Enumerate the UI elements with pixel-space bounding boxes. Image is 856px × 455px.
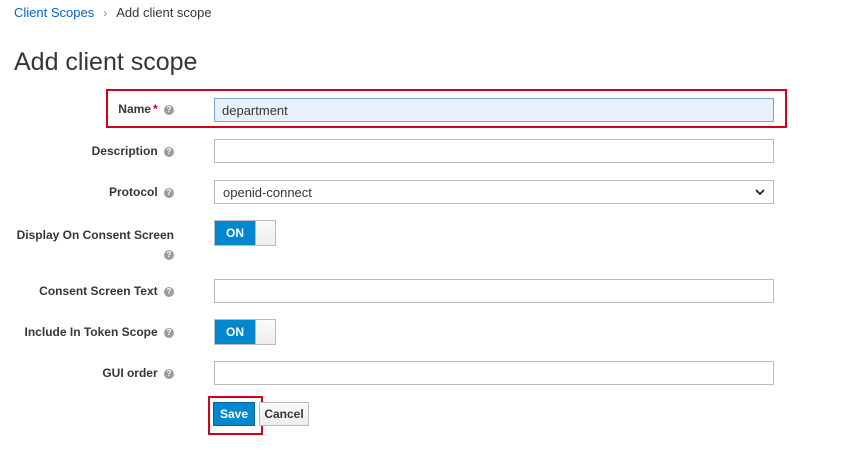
- toggle-knob: [255, 221, 275, 245]
- help-icon[interactable]: ?: [164, 104, 174, 115]
- page-title: Add client scope: [14, 48, 198, 76]
- breadcrumb-current: Add client scope: [116, 5, 212, 20]
- help-icon[interactable]: ?: [164, 249, 174, 260]
- description-label: Description ?: [92, 144, 174, 158]
- name-input[interactable]: [214, 98, 774, 122]
- chevron-right-icon: ›: [103, 5, 108, 20]
- gui-order-label: GUI order ?: [102, 366, 174, 380]
- save-button[interactable]: Save: [213, 402, 255, 426]
- help-icon[interactable]: ?: [164, 327, 174, 338]
- help-icon[interactable]: ?: [164, 146, 174, 157]
- display-on-consent-label: Display On Consent Screen ?: [16, 228, 174, 260]
- name-label: Name * ?: [118, 102, 174, 116]
- breadcrumb-client-scopes-link[interactable]: Client Scopes: [14, 5, 94, 20]
- required-asterisk: *: [152, 102, 158, 116]
- gui-order-input[interactable]: [214, 361, 774, 385]
- include-in-token-toggle[interactable]: ON: [214, 319, 276, 345]
- breadcrumb: Client Scopes › Add client scope: [14, 5, 212, 20]
- description-input[interactable]: [214, 139, 774, 163]
- toggle-knob: [255, 320, 275, 344]
- consent-text-input[interactable]: [214, 279, 774, 303]
- include-in-token-label: Include In Token Scope ?: [25, 325, 174, 339]
- chevron-down-icon: [755, 189, 765, 196]
- help-icon[interactable]: ?: [164, 187, 174, 198]
- protocol-select[interactable]: openid-connect: [214, 180, 774, 204]
- protocol-label: Protocol ?: [109, 185, 174, 199]
- help-icon[interactable]: ?: [164, 286, 174, 297]
- cancel-button[interactable]: Cancel: [259, 402, 309, 426]
- consent-text-label: Consent Screen Text ?: [39, 284, 174, 298]
- toggle-on-label: ON: [215, 320, 255, 344]
- toggle-on-label: ON: [215, 221, 255, 245]
- help-icon[interactable]: ?: [164, 368, 174, 379]
- display-on-consent-toggle[interactable]: ON: [214, 220, 276, 246]
- protocol-selected-value: openid-connect: [223, 184, 312, 200]
